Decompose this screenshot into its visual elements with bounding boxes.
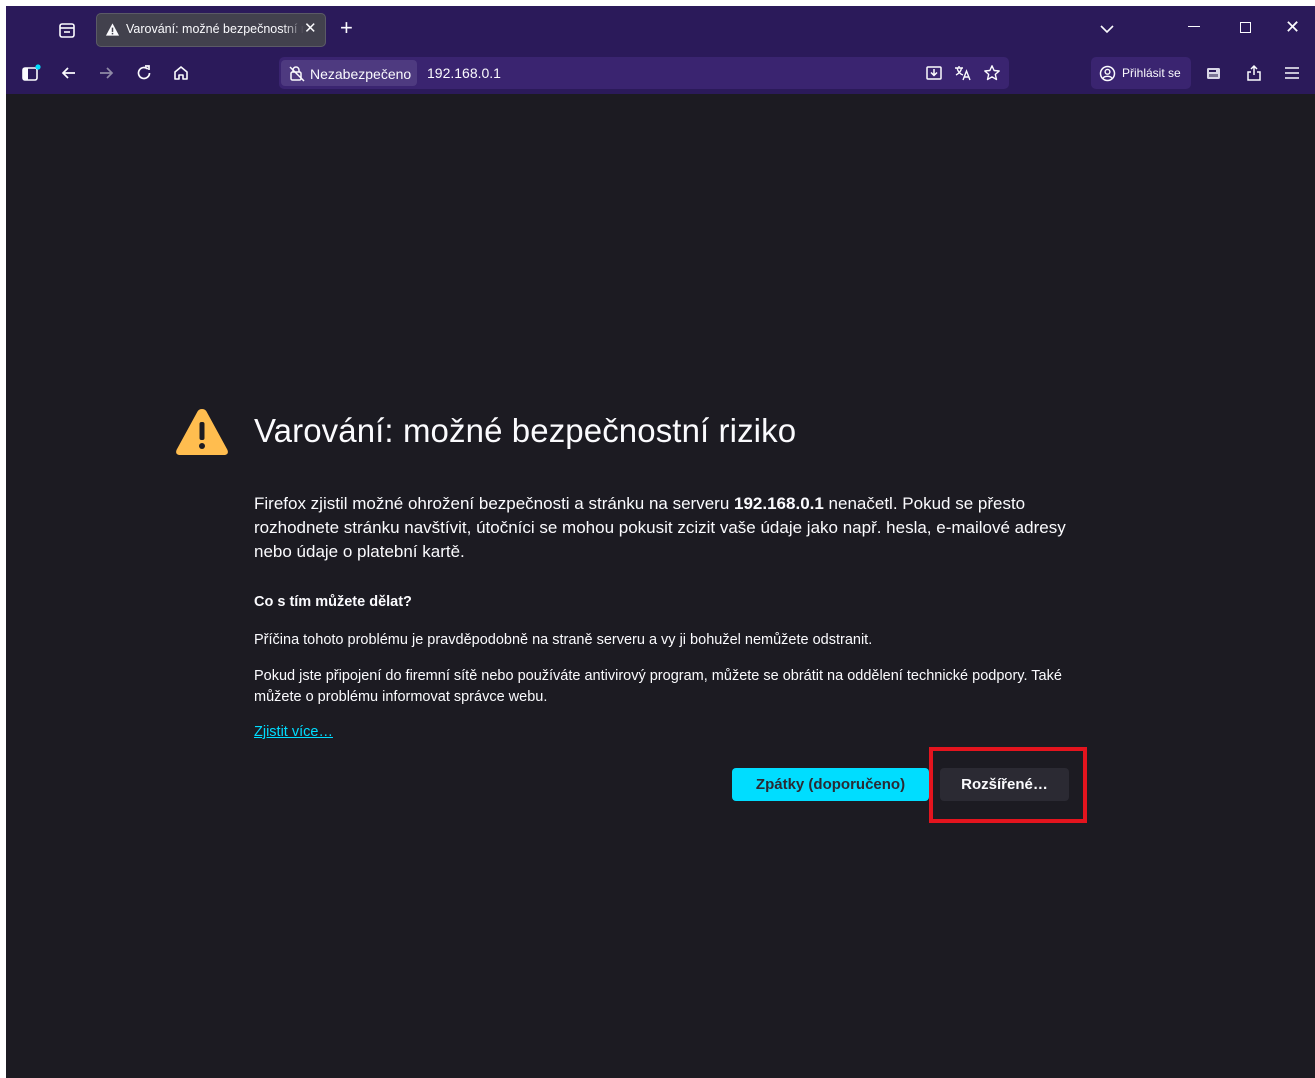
translate-icon[interactable]: [953, 63, 973, 83]
site-identity-button[interactable]: Nezabezpečeno: [281, 60, 417, 86]
url-bar[interactable]: Nezabezpečeno 192.168.0.1: [279, 57, 1009, 89]
sign-in-label: Přihlásit se: [1122, 66, 1181, 80]
minimize-icon[interactable]: [1188, 26, 1200, 27]
new-tab-icon[interactable]: +: [340, 16, 353, 40]
cause-paragraph: Příčina tohoto problému je pravděpodobně…: [254, 632, 873, 648]
reload-icon[interactable]: [133, 62, 155, 84]
tab-close-icon[interactable]: ✕: [304, 20, 317, 38]
url-text[interactable]: 192.168.0.1: [427, 65, 501, 81]
tab-title: Varování: možné bezpečnostní riziko: [126, 22, 304, 36]
tab-strip: Varování: možné bezpečnostní riziko ✕ + …: [6, 6, 1315, 52]
warning-icon: [174, 406, 230, 463]
sign-in-button[interactable]: Přihlásit se: [1091, 57, 1191, 89]
learn-more-link[interactable]: Zjistit více…: [254, 724, 333, 740]
support-paragraph: Pokud jste připojení do firemní sítě neb…: [254, 668, 1062, 705]
window-close-icon[interactable]: ✕: [1285, 17, 1300, 37]
bookmark-star-icon[interactable]: [982, 63, 1002, 83]
navigation-bar: Nezabezpečeno 192.168.0.1 Přihlásit se: [6, 52, 1315, 94]
menu-icon[interactable]: [1281, 62, 1303, 84]
page-title: Varování: možné bezpečnostní riziko: [254, 412, 797, 449]
error-description: Firefox zjistil možné ohrožení bezpečnos…: [254, 492, 1079, 564]
insecure-lock-icon: [289, 65, 305, 85]
go-back-button[interactable]: Zpátky (doporučeno): [732, 768, 929, 801]
chevron-down-icon[interactable]: [1100, 21, 1114, 39]
account-icon: [1099, 65, 1116, 85]
what-can-you-do-heading: Co s tím můžete dělat?: [254, 594, 412, 610]
browser-window: Varování: možné bezpečnostní riziko ✕ + …: [6, 6, 1315, 1078]
advanced-button[interactable]: Rozšířené…: [940, 768, 1069, 801]
error-page: Varování: možné bezpečnostní riziko Fire…: [6, 94, 1315, 1078]
server-host: 192.168.0.1: [734, 494, 824, 513]
identity-label: Nezabezpečeno: [310, 66, 412, 82]
sidebar-icon[interactable]: [20, 62, 42, 84]
maximize-icon[interactable]: [1240, 22, 1251, 33]
home-icon[interactable]: [170, 62, 192, 84]
share-icon[interactable]: [1243, 62, 1265, 84]
extension-icon[interactable]: [1203, 62, 1225, 84]
description-text: Firefox zjistil možné ohrožení bezpečnos…: [254, 494, 735, 513]
forward-icon[interactable]: [95, 62, 117, 84]
warning-icon: [105, 22, 120, 42]
save-page-icon[interactable]: [924, 63, 944, 83]
back-icon[interactable]: [58, 62, 80, 84]
firefox-view-icon[interactable]: [56, 19, 78, 41]
tab-warning[interactable]: Varování: možné bezpečnostní riziko ✕: [96, 13, 326, 47]
